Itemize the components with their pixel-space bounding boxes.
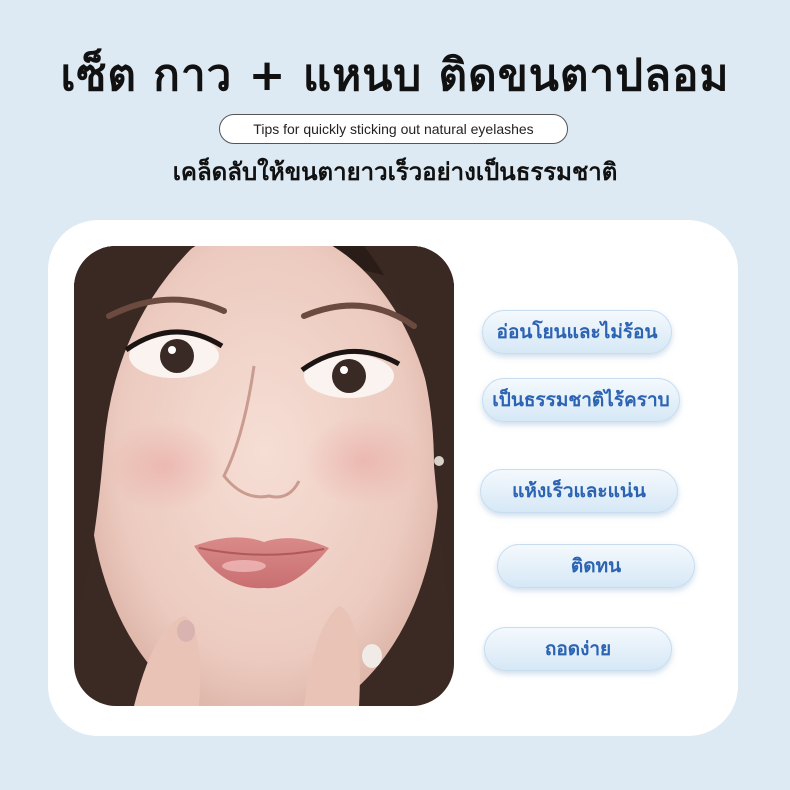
model-face-photo	[74, 246, 454, 706]
page-title: เซ็ต กาว + แหนบ ติดขนตาปลอม	[60, 50, 730, 101]
subtitle-english-pill: Tips for quickly sticking out natural ey…	[219, 114, 568, 144]
feature-pill-natural: เป็นธรรมชาติไร้คราบ	[482, 378, 680, 422]
subtitle-thai: เคล็ดลับให้ขนตายาวเร็วอย่างเป็นธรรมชาติ	[172, 158, 618, 186]
feature-pill-easy-remove: ถอดง่าย	[484, 627, 672, 671]
feature-pill-quick-dry: แห้งเร็วและแน่น	[480, 469, 678, 513]
feature-pill-long-lasting: ติดทน	[497, 544, 695, 588]
feature-pill-gentle: อ่อนโยนและไม่ร้อน	[482, 310, 672, 354]
